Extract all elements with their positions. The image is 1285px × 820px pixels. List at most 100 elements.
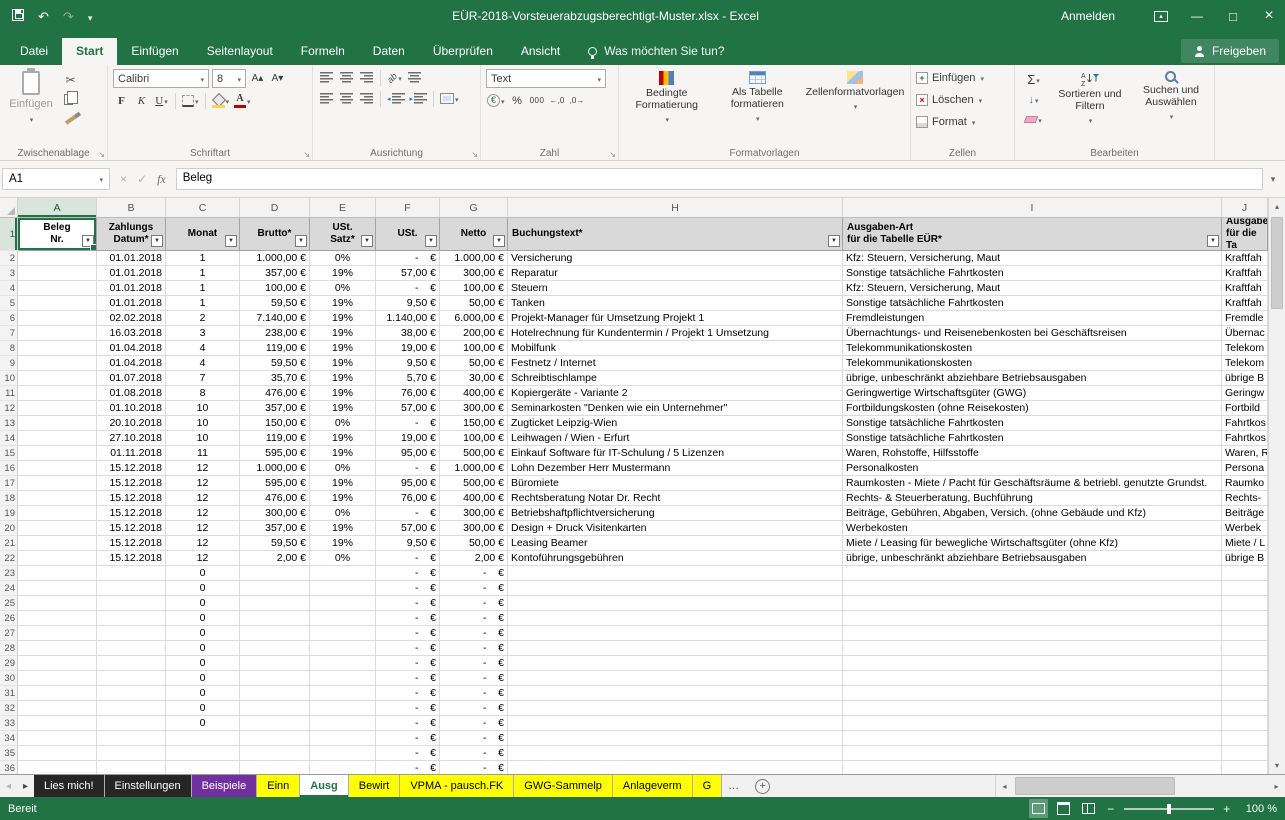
sheet-tab-einn[interactable]: Einn xyxy=(257,775,300,797)
filter-button-F[interactable] xyxy=(425,235,437,247)
cell-G24[interactable]: - € xyxy=(440,581,508,596)
cell-C25[interactable]: 0 xyxy=(166,596,240,611)
cell-A15[interactable] xyxy=(18,446,97,461)
cell-E26[interactable] xyxy=(310,611,376,626)
clipboard-dialog-launcher[interactable] xyxy=(98,150,105,159)
header-cell-I1[interactable]: Ausgaben-Artfür die Tabelle EÜR* xyxy=(843,218,1222,251)
cell-A6[interactable] xyxy=(18,311,97,326)
cell-A5[interactable] xyxy=(18,296,97,311)
accounting-format-button[interactable]: € xyxy=(486,92,506,109)
cell-C32[interactable]: 0 xyxy=(166,701,240,716)
redo-button[interactable] xyxy=(63,10,74,23)
cell-E30[interactable] xyxy=(310,671,376,686)
sheet-tab-g[interactable]: G xyxy=(693,775,723,797)
cell-I22[interactable]: übrige, unbeschränkt abziehbare Betriebs… xyxy=(843,551,1222,566)
cell-F32[interactable]: - € xyxy=(376,701,440,716)
cell-E35[interactable] xyxy=(310,746,376,761)
cell-D26[interactable] xyxy=(240,611,310,626)
cell-I6[interactable]: Fremdleistungen xyxy=(843,311,1222,326)
cell-E16[interactable]: 0% xyxy=(310,461,376,476)
cell-D19[interactable]: 300,00 € xyxy=(240,506,310,521)
cell-H34[interactable] xyxy=(508,731,843,746)
share-button[interactable]: Freigeben xyxy=(1181,39,1279,63)
align-bottom-button[interactable] xyxy=(358,69,375,86)
cell-D14[interactable]: 119,00 € xyxy=(240,431,310,446)
cell-H29[interactable] xyxy=(508,656,843,671)
cell-C17[interactable]: 12 xyxy=(166,476,240,491)
more-sheets-indicator[interactable]: … xyxy=(722,775,745,797)
number-format-select[interactable]: Text xyxy=(486,69,606,88)
cell-F26[interactable]: - € xyxy=(376,611,440,626)
cell-J4[interactable]: Kraftfah xyxy=(1222,281,1268,296)
cell-J28[interactable] xyxy=(1222,641,1268,656)
cell-F4[interactable]: - € xyxy=(376,281,440,296)
filter-button-G[interactable] xyxy=(493,235,505,247)
cell-D30[interactable] xyxy=(240,671,310,686)
cell-B24[interactable] xyxy=(97,581,166,596)
cell-H9[interactable]: Festnetz / Internet xyxy=(508,356,843,371)
cell-D23[interactable] xyxy=(240,566,310,581)
cell-G32[interactable]: - € xyxy=(440,701,508,716)
cell-G28[interactable]: - € xyxy=(440,641,508,656)
column-header-E[interactable]: E xyxy=(310,198,376,217)
cell-I25[interactable] xyxy=(843,596,1222,611)
cell-I3[interactable]: Sonstige tatsächliche Fahrtkosten xyxy=(843,266,1222,281)
cell-G25[interactable]: - € xyxy=(440,596,508,611)
cell-J21[interactable]: Miete / L xyxy=(1222,536,1268,551)
cell-C11[interactable]: 8 xyxy=(166,386,240,401)
cell-F31[interactable]: - € xyxy=(376,686,440,701)
row-header-2[interactable]: 2 xyxy=(0,251,18,266)
cell-D5[interactable]: 59,50 € xyxy=(240,296,310,311)
cell-J31[interactable] xyxy=(1222,686,1268,701)
row-header-4[interactable]: 4 xyxy=(0,281,18,296)
cell-J30[interactable] xyxy=(1222,671,1268,686)
cell-I23[interactable] xyxy=(843,566,1222,581)
cell-A7[interactable] xyxy=(18,326,97,341)
cell-C12[interactable]: 10 xyxy=(166,401,240,416)
cell-J10[interactable]: übrige B xyxy=(1222,371,1268,386)
select-all-corner[interactable] xyxy=(0,198,18,217)
cell-E21[interactable]: 19% xyxy=(310,536,376,551)
cell-A34[interactable] xyxy=(18,731,97,746)
cell-J19[interactable]: Beiträge xyxy=(1222,506,1268,521)
row-header-12[interactable]: 12 xyxy=(0,401,18,416)
cell-J15[interactable]: Waren, R xyxy=(1222,446,1268,461)
cell-F35[interactable]: - € xyxy=(376,746,440,761)
cell-F7[interactable]: 38,00 € xyxy=(376,326,440,341)
cell-C33[interactable]: 0 xyxy=(166,716,240,731)
sheet-tab-einstellungen[interactable]: Einstellungen xyxy=(105,775,192,797)
cell-D29[interactable] xyxy=(240,656,310,671)
name-box[interactable]: A1 xyxy=(2,168,110,190)
cell-F18[interactable]: 76,00 € xyxy=(376,491,440,506)
column-header-G[interactable]: G xyxy=(440,198,508,217)
cell-B6[interactable]: 02.02.2018 xyxy=(97,311,166,326)
cell-A26[interactable] xyxy=(18,611,97,626)
normal-view-button[interactable] xyxy=(1029,799,1048,818)
cell-F14[interactable]: 19,00 € xyxy=(376,431,440,446)
cell-B2[interactable]: 01.01.2018 xyxy=(97,251,166,266)
filter-button-I[interactable] xyxy=(1207,235,1219,247)
cell-B28[interactable] xyxy=(97,641,166,656)
customize-qat-button[interactable] xyxy=(88,10,93,23)
column-header-F[interactable]: F xyxy=(376,198,440,217)
cell-F6[interactable]: 1.140,00 € xyxy=(376,311,440,326)
row-header-29[interactable]: 29 xyxy=(0,656,18,671)
cell-I28[interactable] xyxy=(843,641,1222,656)
cell-F17[interactable]: 95,00 € xyxy=(376,476,440,491)
cell-G21[interactable]: 50,00 € xyxy=(440,536,508,551)
vertical-scrollbar[interactable] xyxy=(1268,198,1285,774)
filter-button-E[interactable] xyxy=(361,235,373,247)
sheet-tab-beispiele[interactable]: Beispiele xyxy=(192,775,258,797)
percent-style-button[interactable]: % xyxy=(509,92,526,109)
cell-J17[interactable]: Raumko xyxy=(1222,476,1268,491)
row-header-17[interactable]: 17 xyxy=(0,476,18,491)
cell-G11[interactable]: 400,00 € xyxy=(440,386,508,401)
column-header-J[interactable]: J xyxy=(1222,198,1268,217)
cell-F8[interactable]: 19,00 € xyxy=(376,341,440,356)
cell-C7[interactable]: 3 xyxy=(166,326,240,341)
cell-H5[interactable]: Tanken xyxy=(508,296,843,311)
cell-E22[interactable]: 0% xyxy=(310,551,376,566)
cell-G7[interactable]: 200,00 € xyxy=(440,326,508,341)
cell-G22[interactable]: 2,00 € xyxy=(440,551,508,566)
cell-F15[interactable]: 95,00 € xyxy=(376,446,440,461)
